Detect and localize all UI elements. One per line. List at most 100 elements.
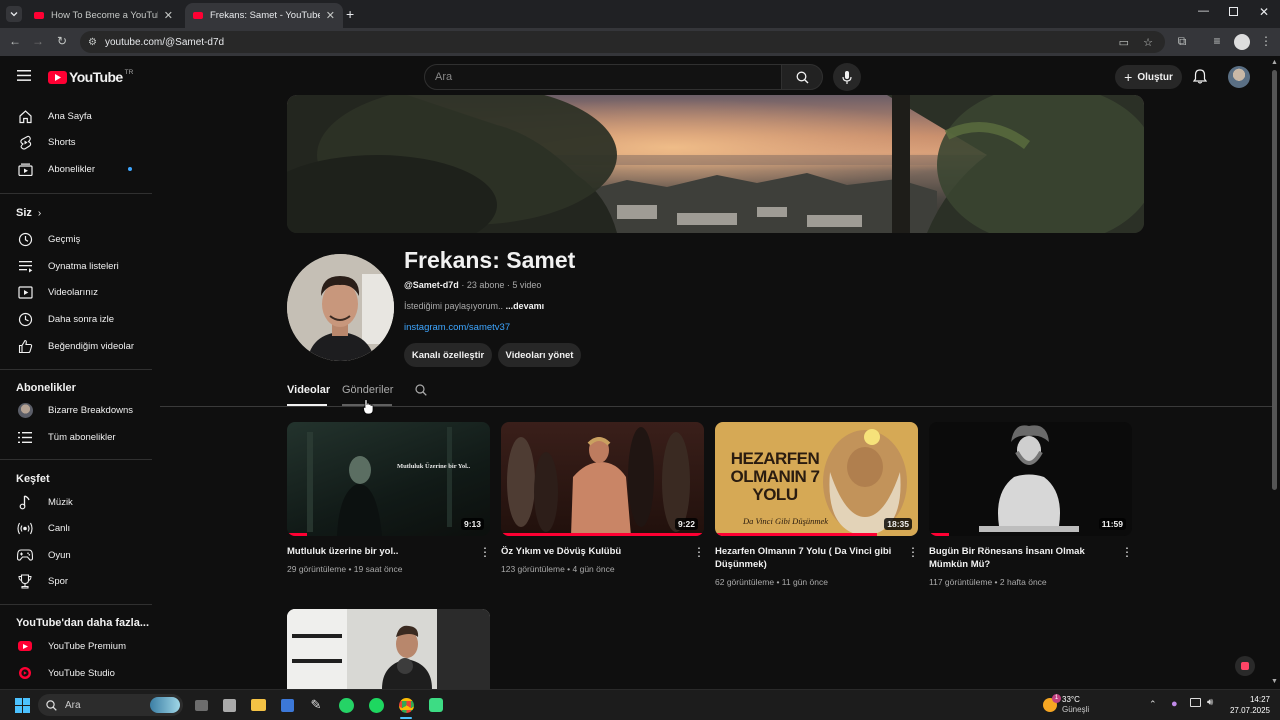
tray-microphone-icon[interactable]: ●	[1171, 698, 1178, 710]
volume-icon[interactable]: 🔊︎	[1207, 697, 1213, 708]
more-link[interactable]: ...devamı	[506, 301, 545, 311]
sidebar-item-playlists[interactable]: Oynatma listeleri	[0, 253, 152, 279]
task-view-icon[interactable]	[191, 696, 211, 714]
profile-avatar-icon[interactable]	[1234, 34, 1250, 50]
tab-posts[interactable]: Gönderiler	[342, 384, 393, 396]
video-thumbnail[interactable]: HEZARFEN OLMANIN 7 YOLU Da Vinci Gibi Dü…	[715, 422, 918, 536]
video-menu-icon[interactable]: ⋮	[479, 545, 491, 559]
youtube-logo[interactable]: YouTube TR	[48, 69, 133, 85]
close-tab-icon[interactable]: ✕	[326, 9, 335, 22]
video-menu-icon[interactable]: ⋮	[693, 545, 705, 559]
cast-icon[interactable]: ▭	[1119, 36, 1129, 49]
notifications-icon[interactable]	[1193, 69, 1207, 84]
thumbnail-caption: Mutluluk Üzerine bir Yol..	[397, 463, 471, 470]
video-thumbnail[interactable]	[287, 609, 490, 689]
channel-search-icon[interactable]	[415, 384, 427, 396]
browser-tab-2[interactable]: Frekans: Samet - YouTube ✕	[185, 3, 343, 28]
video-title[interactable]: Öz Yıkım ve Dövüş Kulübü	[501, 545, 686, 558]
video-thumbnail[interactable]: 9:22	[501, 422, 704, 536]
chrome-icon[interactable]	[396, 696, 416, 714]
close-tab-icon[interactable]: ✕	[164, 9, 173, 22]
customize-channel-button[interactable]: Kanalı özelleştir	[404, 343, 492, 367]
tab-search-icon[interactable]	[6, 6, 22, 22]
chevron-right-icon: ›	[37, 207, 42, 219]
sidebar-item-bizarre-breakdowns[interactable]: Bizarre Breakdowns	[0, 397, 152, 423]
video-thumbnail[interactable]: Mutluluk Üzerine bir Yol.. 9:13	[287, 422, 490, 536]
network-icon[interactable]	[1190, 698, 1201, 707]
bookmark-star-icon[interactable]: ☆	[1143, 36, 1153, 49]
video-thumbnail[interactable]: 11:59	[929, 422, 1132, 536]
video-title[interactable]: Bugün Bir Rönesans İnsanı Olmak Mümkün M…	[929, 545, 1114, 571]
video-title[interactable]: Hezarfen Olmanın 7 Yolu ( Da Vinci gibi …	[715, 545, 900, 571]
widgets-app-icon[interactable]	[219, 696, 239, 714]
sidebar-item-sports[interactable]: Spor	[0, 568, 152, 594]
tab-videos[interactable]: Videolar	[287, 384, 330, 396]
chrome-menu-icon[interactable]: ⋮	[1258, 34, 1274, 48]
sidebar-item-history[interactable]: Geçmiş	[0, 226, 152, 252]
manage-videos-button[interactable]: Videoları yönet	[498, 343, 581, 367]
channel-description[interactable]: İstediğimi paylaşıyorum.. ...devamı	[404, 301, 544, 311]
clock[interactable]: 14:27 27.07.2025	[1222, 694, 1270, 716]
taskbar-search[interactable]: Ara	[38, 694, 183, 716]
sidebar-item-liked-videos[interactable]: Beğendiğim videolar	[0, 333, 152, 359]
scroll-up-arrow-icon[interactable]: ▲	[1271, 59, 1278, 66]
floating-extension-icon[interactable]	[1235, 656, 1255, 676]
create-button[interactable]: + Oluştur	[1115, 65, 1182, 89]
tray-chevron-up-icon[interactable]: ⌃	[1149, 699, 1157, 710]
page-scrollbar[interactable]	[1272, 70, 1277, 490]
sidebar-item-live[interactable]: Canlı	[0, 515, 152, 541]
site-info-icon[interactable]: ⚙	[88, 37, 97, 48]
maximize-icon[interactable]	[1229, 7, 1238, 16]
sidebar-item-subscriptions[interactable]: Abonelikler	[0, 156, 152, 182]
spotify-icon[interactable]	[366, 696, 386, 714]
sidebar-item-home[interactable]: Ana Sayfa	[0, 103, 152, 129]
url-field[interactable]: ⚙ youtube.com/@Samet-d7d ▭ ☆	[80, 31, 1165, 53]
weather-widget[interactable]: 1 33°C Güneşli	[1041, 694, 1111, 718]
thumbnail-headline: HEZARFEN OLMANIN 7 YOLU	[730, 449, 821, 504]
sidebar-item-shorts[interactable]: Shorts	[0, 129, 152, 155]
subscriptions-icon	[17, 161, 33, 177]
sidebar-item-gaming[interactable]: Oyun	[0, 542, 152, 568]
video-menu-icon[interactable]: ⋮	[1121, 545, 1133, 559]
store-app-icon[interactable]	[277, 696, 297, 714]
media-control-icon[interactable]: ≡	[1209, 34, 1225, 48]
close-window-icon[interactable]: ✕	[1259, 5, 1269, 19]
extensions-icon[interactable]: ⧉	[1174, 34, 1190, 49]
channel-link[interactable]: instagram.com/sametv37	[404, 322, 510, 333]
channel-avatar[interactable]	[287, 254, 394, 361]
scroll-down-arrow-icon[interactable]: ▼	[1271, 678, 1278, 685]
video-menu-icon[interactable]: ⋮	[907, 545, 919, 559]
sidebar-you-header[interactable]: Siz ›	[0, 200, 152, 226]
new-tab-icon[interactable]: +	[346, 6, 354, 22]
sidebar-item-watch-later[interactable]: Daha sonra izle	[0, 306, 152, 332]
clock-time: 14:27	[1249, 695, 1270, 704]
video-title[interactable]: Mutluluk üzerine bir yol..	[287, 545, 472, 558]
file-explorer-icon[interactable]	[248, 696, 268, 714]
weather-desc: Güneşli	[1062, 705, 1090, 714]
pen-tool-icon[interactable]: ✎	[306, 696, 326, 714]
voice-search-button[interactable]	[833, 63, 861, 91]
sidebar-item-your-videos[interactable]: Videolarınız	[0, 279, 152, 305]
search-button[interactable]	[781, 64, 823, 90]
android-app-icon[interactable]	[426, 696, 446, 714]
search-input[interactable]: Ara	[424, 64, 782, 90]
whatsapp-icon[interactable]	[336, 696, 356, 714]
active-app-indicator	[400, 717, 412, 719]
back-icon[interactable]: ←	[7, 34, 23, 48]
browser-tab-1[interactable]: How To Become a YouTuber (O ✕	[26, 3, 181, 28]
home-icon	[17, 108, 33, 124]
sidebar-item-music[interactable]: Müzik	[0, 489, 152, 515]
windows-start-icon[interactable]	[12, 696, 32, 714]
address-bar-row: ← → ↻ ⚙ youtube.com/@Samet-d7d ▭ ☆ ⧉ ≡ ⋮	[0, 28, 1280, 56]
account-avatar[interactable]	[1228, 66, 1250, 88]
forward-icon[interactable]: →	[30, 34, 46, 48]
reload-icon[interactable]: ↻	[54, 34, 70, 48]
minimize-icon[interactable]: —	[1198, 5, 1209, 17]
guide-menu-icon[interactable]	[17, 70, 31, 81]
plus-icon: +	[1124, 69, 1133, 85]
sidebar-explore-header: Keşfet	[16, 473, 50, 485]
video-meta: 29 görüntüleme • 19 saat önce	[287, 564, 403, 574]
sidebar-item-youtube-studio[interactable]: YouTube Studio	[0, 660, 152, 686]
sidebar-item-all-subscriptions[interactable]: Tüm abonelikler	[0, 424, 152, 450]
sidebar-item-youtube-premium[interactable]: YouTube Premium	[0, 633, 152, 659]
